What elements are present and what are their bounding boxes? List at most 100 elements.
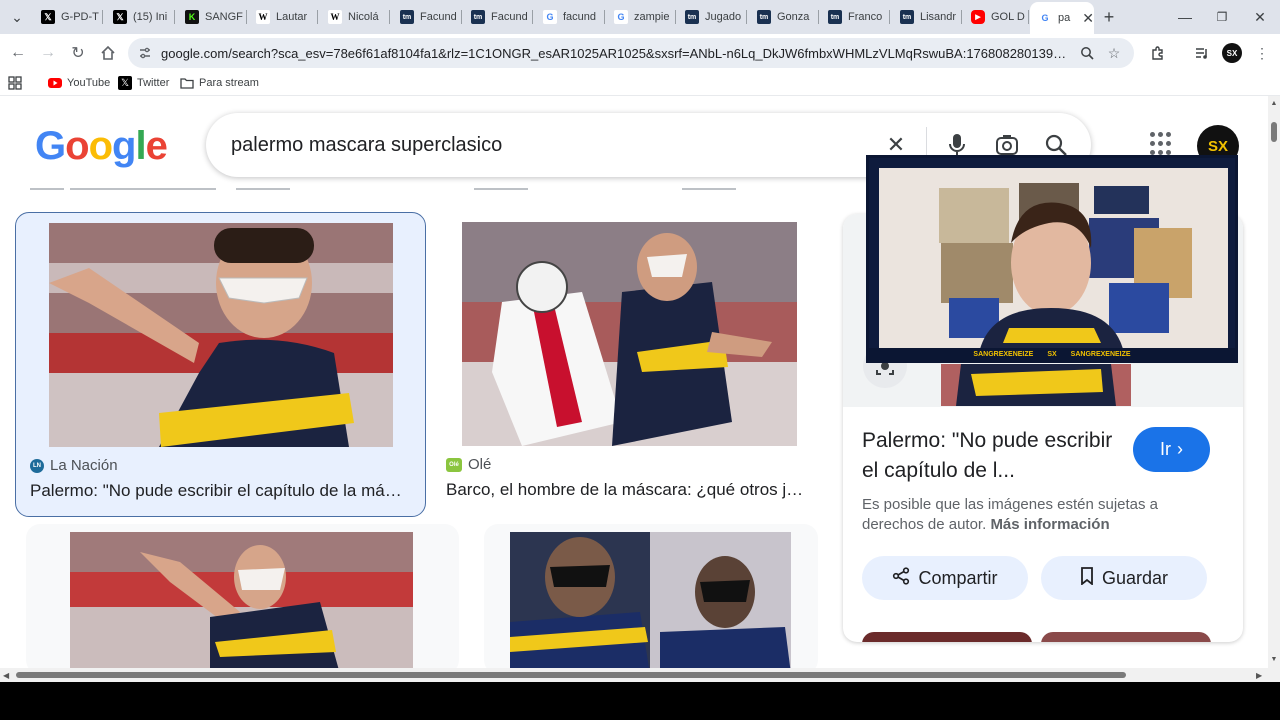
close-window-icon[interactable]: ✕ <box>1245 6 1275 28</box>
tab-separator <box>1028 10 1029 24</box>
google-icon: G <box>1038 11 1052 25</box>
transfermarkt-icon: tm <box>757 10 771 24</box>
browser-tab[interactable]: tm Facund <box>463 4 533 30</box>
browser-tab[interactable]: Gfacund <box>535 4 605 30</box>
tab-close-icon[interactable]: ✕ <box>1082 10 1094 27</box>
share-label: Compartir <box>918 567 998 588</box>
bookmark-folder-para-stream[interactable]: Para stream <box>180 76 259 90</box>
tiktok-handle: SANGREXENEIZE <box>1070 350 1131 358</box>
browser-tab[interactable]: Gpa ✕ <box>1030 2 1094 34</box>
tab-label: Facund <box>491 11 528 23</box>
address-bar[interactable]: google.com/search?sca_esv=78e6f61af8104f… <box>128 38 1134 68</box>
browser-tab[interactable]: tm Lisandr <box>892 4 962 30</box>
home-icon[interactable] <box>96 41 120 65</box>
more-info-link[interactable]: Más información <box>990 516 1109 533</box>
scroll-right-icon[interactable]: ▶ <box>1256 671 1262 680</box>
tab-label: Facund <box>420 11 457 23</box>
menu-kebab-icon[interactable]: ⋮ <box>1252 43 1272 63</box>
wikipedia-icon: W <box>256 10 270 24</box>
la-nacion-icon: LN <box>30 458 44 473</box>
tab-search-icon[interactable]: ⌄ <box>6 6 28 28</box>
vertical-scroll-thumb[interactable] <box>1271 122 1277 142</box>
result-title[interactable]: Palermo: "No pude escribir el capítulo d… <box>30 481 405 501</box>
image-result-card[interactable]: Olé Olé Barco, el hombre de la máscara: … <box>441 212 818 517</box>
tab-strip: ⌄ 𝕏 G-PD-T 𝕏 (15) Ini K SANGF W Lautar W Nicolá tm… <box>0 0 1280 34</box>
logo-letter: e <box>145 124 168 168</box>
tab-label: (15) Ini <box>133 11 168 23</box>
media-controls-icon[interactable] <box>1192 43 1212 63</box>
tab-separator <box>389 10 390 24</box>
transfermarkt-icon: tm <box>471 10 485 24</box>
browser-tab[interactable]: ▶ GOL D <box>963 4 1029 30</box>
result-title[interactable]: Barco, el hombre de la máscara: ¿qué otr… <box>446 480 808 500</box>
site-info-icon[interactable] <box>136 44 154 62</box>
tab-label: Franco <box>848 11 883 23</box>
result-source[interactable]: Olé Olé <box>446 456 491 473</box>
tab-separator <box>246 10 247 24</box>
save-button[interactable]: Guardar <box>1041 556 1207 600</box>
google-apps-icon[interactable] <box>1150 132 1174 156</box>
tab-label: GOL D <box>991 11 1025 23</box>
minimize-icon[interactable]: — <box>1170 6 1200 28</box>
result-source[interactable]: LN La Nación <box>30 457 118 474</box>
tab-separator <box>532 10 533 24</box>
forward-icon[interactable]: → <box>36 41 60 65</box>
result-image[interactable] <box>70 532 413 668</box>
new-tab-icon[interactable]: + <box>1098 6 1120 28</box>
webcam-video <box>879 168 1228 353</box>
image-result-card[interactable] <box>26 524 459 668</box>
search-input[interactable]: palermo mascara superclasico <box>231 134 502 157</box>
browser-tab[interactable]: W Nicolá <box>320 4 390 30</box>
bookmark-star-icon[interactable]: ☆ <box>1105 44 1123 62</box>
browser-tab[interactable]: tm Facund <box>392 4 462 30</box>
result-image[interactable] <box>510 532 791 668</box>
result-image[interactable] <box>49 223 393 447</box>
preview-title[interactable]: Palermo: "No pude escribir el capítulo d… <box>862 426 1122 486</box>
ole-icon: Olé <box>446 457 462 472</box>
reload-icon[interactable]: ↻ <box>66 41 90 65</box>
horizontal-scroll-thumb[interactable] <box>16 672 1126 678</box>
address-url[interactable]: google.com/search?sca_esv=78e6f61af8104f… <box>161 46 1071 61</box>
tab-separator <box>317 10 318 24</box>
twitter-handle: SANGREXENEIZE <box>973 350 1034 358</box>
x-icon: 𝕏 <box>118 76 132 90</box>
image-result-card[interactable] <box>484 524 818 668</box>
browser-tab[interactable]: K SANGF <box>177 4 247 30</box>
scroll-down-icon[interactable]: ▼ <box>1270 656 1278 664</box>
browser-tab[interactable]: 𝕏 (15) Ini <box>105 4 175 30</box>
horizontal-scrollbar[interactable]: ◀ ▶ <box>0 668 1280 682</box>
youtube-icon: ▶ <box>971 10 985 24</box>
browser-tab[interactable]: tm Jugado <box>677 4 747 30</box>
related-image-thumb[interactable] <box>862 632 1032 642</box>
extensions-icon[interactable] <box>1148 43 1168 63</box>
browser-tab[interactable]: 𝕏 G-PD-T <box>33 4 103 30</box>
restore-icon[interactable]: ❐ <box>1207 6 1237 28</box>
tab-separator <box>818 10 819 24</box>
source-name: La Nación <box>50 457 118 474</box>
related-image-thumb[interactable] <box>1041 632 1211 642</box>
browser-tab[interactable]: W Lautar <box>248 4 318 30</box>
apps-grid-icon[interactable] <box>8 76 22 90</box>
logo-letter: o <box>88 124 113 168</box>
back-icon[interactable]: ← <box>6 41 30 65</box>
visit-button[interactable]: Ir › <box>1133 427 1210 472</box>
logo-letter: g <box>112 124 136 168</box>
vertical-scrollbar[interactable]: ▲ ▼ <box>1268 96 1280 668</box>
sx-logo: SX <box>1047 350 1057 358</box>
browser-tab[interactable]: Gzampie <box>606 4 676 30</box>
profile-avatar[interactable]: SX <box>1222 43 1242 63</box>
result-image[interactable] <box>462 222 797 446</box>
browser-tab[interactable]: tm Franco <box>820 4 890 30</box>
share-button[interactable]: Compartir <box>862 556 1028 600</box>
bookmark-twitter[interactable]: 𝕏 Twitter <box>118 76 169 90</box>
scroll-left-icon[interactable]: ◀ <box>3 671 9 680</box>
streamer-webcam-overlay: SANGREXENEIZE SX SANGREXENEIZE <box>866 155 1238 363</box>
image-result-card[interactable]: LN La Nación Palermo: "No pude escribir … <box>15 212 426 517</box>
bookmark-youtube[interactable]: YouTube <box>48 76 110 90</box>
preview-image[interactable] <box>941 364 1131 406</box>
zoom-icon[interactable] <box>1078 44 1096 62</box>
tab-label: Lautar <box>276 11 308 23</box>
google-logo[interactable]: Google <box>35 124 168 169</box>
browser-tab[interactable]: tm Gonza <box>749 4 819 30</box>
scroll-up-icon[interactable]: ▲ <box>1270 100 1278 108</box>
